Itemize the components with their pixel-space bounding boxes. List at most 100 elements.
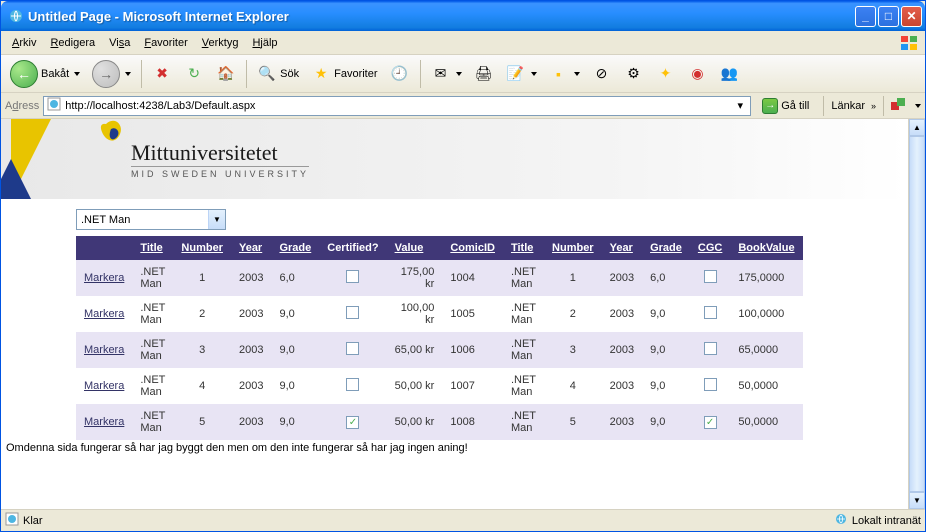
back-button[interactable]: ← Bakåt bbox=[5, 57, 85, 91]
cell-grade2: 9,0 bbox=[642, 332, 690, 368]
favorites-button[interactable]: ★Favoriter bbox=[306, 61, 382, 87]
col-value[interactable]: Value bbox=[387, 236, 443, 260]
menubar: Arkiv Redigera Visa Favoriter Verktyg Hj… bbox=[1, 31, 925, 55]
stop-button[interactable]: ✖ bbox=[147, 61, 177, 87]
separator bbox=[883, 96, 884, 116]
cell-grade: 9,0 bbox=[271, 332, 319, 368]
vertical-scrollbar[interactable]: ▲ ▼ bbox=[908, 119, 925, 509]
star2-icon: ✦ bbox=[656, 64, 676, 84]
col-select bbox=[76, 236, 132, 260]
tool-button-2[interactable]: ⚙ bbox=[619, 61, 649, 87]
checkbox[interactable] bbox=[704, 306, 717, 319]
select-link[interactable]: Markera bbox=[84, 380, 124, 392]
address-label: Adress bbox=[5, 100, 39, 112]
select-link[interactable]: Markera bbox=[84, 272, 124, 284]
close-button[interactable]: ✕ bbox=[901, 6, 922, 27]
mail-button[interactable]: ✉ bbox=[426, 61, 467, 87]
select-link[interactable]: Markera bbox=[84, 344, 124, 356]
select-link[interactable]: Markera bbox=[84, 416, 124, 428]
address-dropdown[interactable]: ▾ bbox=[732, 99, 748, 112]
col-grade2[interactable]: Grade bbox=[642, 236, 690, 260]
tool-button-4[interactable]: ◉ bbox=[683, 61, 713, 87]
col-number[interactable]: Number bbox=[173, 236, 231, 260]
cell-grade: 9,0 bbox=[271, 296, 319, 332]
col-comicid[interactable]: ComicID bbox=[442, 236, 503, 260]
col-title2[interactable]: Title bbox=[503, 236, 544, 260]
cell-bookvalue: 65,0000 bbox=[730, 332, 802, 368]
menu-redigera[interactable]: Redigera bbox=[43, 35, 102, 51]
addressbar: Adress ▾ → Gå till Länkar » bbox=[1, 93, 925, 119]
windows-flag-icon bbox=[899, 34, 921, 52]
ie-icon bbox=[8, 8, 24, 24]
refresh-button[interactable]: ↻ bbox=[179, 61, 209, 87]
cell-bookvalue: 50,0000 bbox=[730, 404, 802, 440]
cell-certified: ✓ bbox=[319, 404, 386, 440]
checkbox[interactable] bbox=[346, 378, 359, 391]
url-input[interactable] bbox=[65, 100, 732, 112]
print-button[interactable]: 🖨 bbox=[469, 61, 499, 87]
menu-favoriter[interactable]: Favoriter bbox=[137, 35, 194, 51]
checkbox[interactable]: ✓ bbox=[346, 416, 359, 429]
forward-button[interactable]: → bbox=[87, 57, 136, 91]
col-cgc[interactable]: CGC bbox=[690, 236, 730, 260]
addon-icon[interactable] bbox=[891, 96, 909, 115]
menu-hjalp[interactable]: Hjälp bbox=[245, 35, 284, 51]
page-icon bbox=[46, 96, 62, 115]
checkbox[interactable]: ✓ bbox=[704, 416, 717, 429]
cell-year: 2003 bbox=[231, 368, 271, 404]
menu-verktyg[interactable]: Verktyg bbox=[195, 35, 246, 51]
links-expand[interactable]: » bbox=[871, 101, 876, 111]
links-label[interactable]: Länkar bbox=[831, 100, 865, 112]
cell-title: .NETMan bbox=[132, 296, 173, 332]
discuss-button[interactable]: ▪ bbox=[544, 61, 585, 87]
select-link[interactable]: Markera bbox=[84, 308, 124, 320]
logo-graphic bbox=[1, 119, 131, 199]
checkbox[interactable] bbox=[704, 270, 717, 283]
col-bookvalue[interactable]: BookValue bbox=[730, 236, 802, 260]
back-arrow-icon: ← bbox=[10, 60, 38, 88]
checkbox[interactable] bbox=[704, 378, 717, 391]
minimize-button[interactable]: _ bbox=[855, 6, 876, 27]
checkbox[interactable] bbox=[346, 306, 359, 319]
checkbox[interactable] bbox=[704, 342, 717, 355]
col-number2[interactable]: Number bbox=[544, 236, 602, 260]
col-year[interactable]: Year bbox=[231, 236, 271, 260]
cell-number: 2 bbox=[173, 296, 231, 332]
tool-icon: ⚙ bbox=[624, 64, 644, 84]
title-filter-dropdown[interactable]: .NET Man ▼ bbox=[76, 209, 226, 230]
table-row: Markera .NETMan 5 2003 9,0 ✓ 50,00 kr 10… bbox=[76, 404, 803, 440]
search-button[interactable]: 🔍Sök bbox=[252, 61, 304, 87]
chevron-down-icon bbox=[125, 72, 131, 76]
chevron-down-icon[interactable] bbox=[915, 104, 921, 108]
forward-arrow-icon: → bbox=[92, 60, 120, 88]
scroll-track[interactable] bbox=[909, 136, 925, 492]
go-button[interactable]: → Gå till bbox=[755, 96, 816, 116]
checkbox[interactable] bbox=[346, 342, 359, 355]
favorites-label: Favoriter bbox=[334, 68, 377, 80]
search-icon: 🔍 bbox=[257, 64, 277, 84]
tool-button-3[interactable]: ✦ bbox=[651, 61, 681, 87]
cell-grade: 9,0 bbox=[271, 404, 319, 440]
home-icon: 🏠 bbox=[216, 64, 236, 84]
cell-value: 50,00 kr bbox=[387, 404, 443, 440]
tool-button-1[interactable]: ⊘ bbox=[587, 61, 617, 87]
cell-cgc bbox=[690, 296, 730, 332]
col-grade[interactable]: Grade bbox=[271, 236, 319, 260]
menu-visa[interactable]: Visa bbox=[102, 35, 137, 51]
scroll-down-button[interactable]: ▼ bbox=[909, 492, 925, 509]
maximize-button[interactable]: □ bbox=[878, 6, 899, 27]
home-button[interactable]: 🏠 bbox=[211, 61, 241, 87]
history-button[interactable]: 🕘 bbox=[385, 61, 415, 87]
messenger-button[interactable]: 👥 bbox=[715, 61, 745, 87]
edit-button[interactable]: 📝 bbox=[501, 61, 542, 87]
menu-arkiv[interactable]: Arkiv bbox=[5, 35, 43, 51]
cell-year: 2003 bbox=[231, 332, 271, 368]
print-icon: 🖨 bbox=[474, 64, 494, 84]
scroll-up-button[interactable]: ▲ bbox=[909, 119, 925, 136]
col-year2[interactable]: Year bbox=[602, 236, 642, 260]
separator bbox=[141, 60, 142, 88]
checkbox[interactable] bbox=[346, 270, 359, 283]
chevron-down-icon bbox=[531, 72, 537, 76]
scroll-thumb[interactable] bbox=[909, 136, 925, 492]
col-title[interactable]: Title bbox=[132, 236, 173, 260]
